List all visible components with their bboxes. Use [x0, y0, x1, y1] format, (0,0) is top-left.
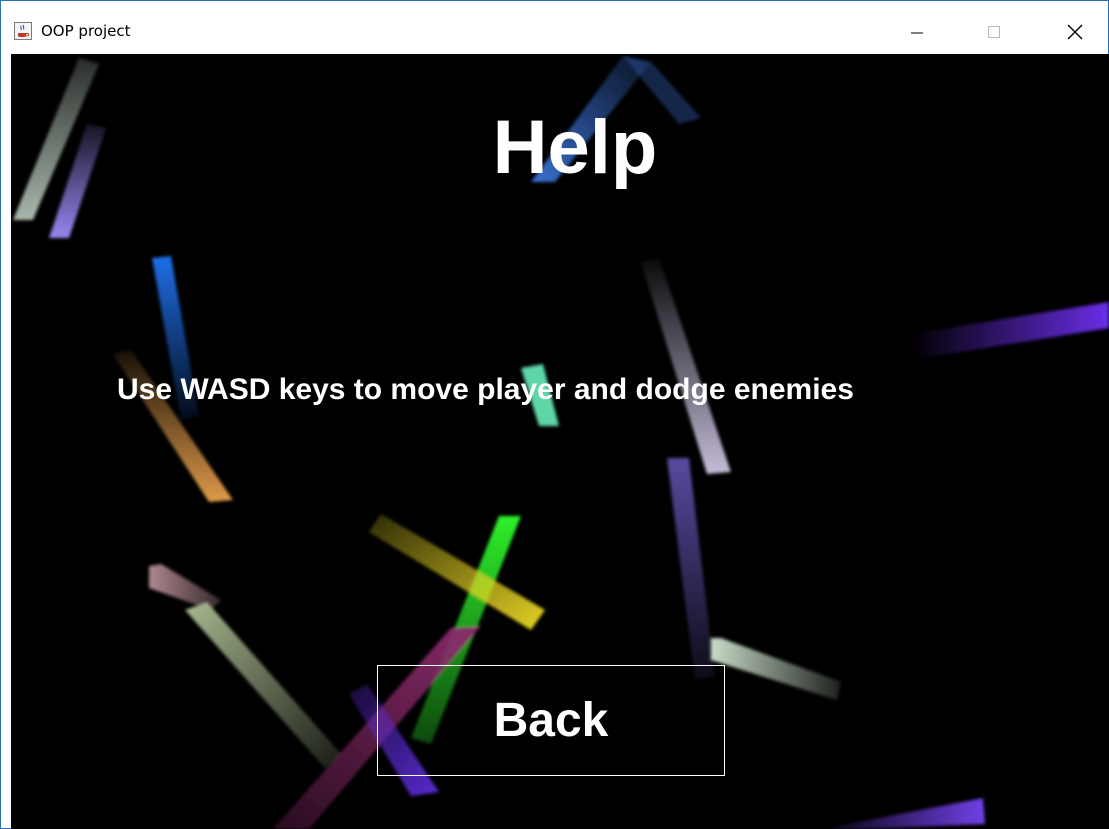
enemy-slate: [667, 458, 715, 680]
game-canvas[interactable]: Help Use WASD keys to move player and do…: [11, 54, 1109, 829]
minimize-icon: [911, 32, 923, 34]
app-window: OOP project Help Use WASD keys to move p…: [0, 0, 1109, 829]
maximize-icon: [988, 26, 1000, 38]
enemy-violet: [911, 302, 1109, 360]
enemy-mauve: [149, 564, 221, 610]
java-cup-icon: [14, 22, 32, 40]
back-button[interactable]: Back: [377, 665, 725, 776]
close-icon: [1067, 24, 1083, 40]
minimize-button[interactable]: [894, 10, 940, 54]
enemy-yellow: [369, 514, 545, 630]
enemy-lilac: [641, 258, 731, 474]
enemy-purple: [823, 798, 985, 829]
instructions-text: Use WASD keys to move player and dodge e…: [117, 373, 854, 406]
window-title: OOP project: [41, 22, 131, 40]
close-button[interactable]: [1052, 10, 1098, 54]
title-bar[interactable]: OOP project: [1, 1, 1108, 54]
enemy-olive: [185, 602, 341, 768]
maximize-button[interactable]: [971, 10, 1017, 54]
page-title: Help: [492, 105, 658, 190]
enemy-pale-green: [711, 638, 841, 700]
